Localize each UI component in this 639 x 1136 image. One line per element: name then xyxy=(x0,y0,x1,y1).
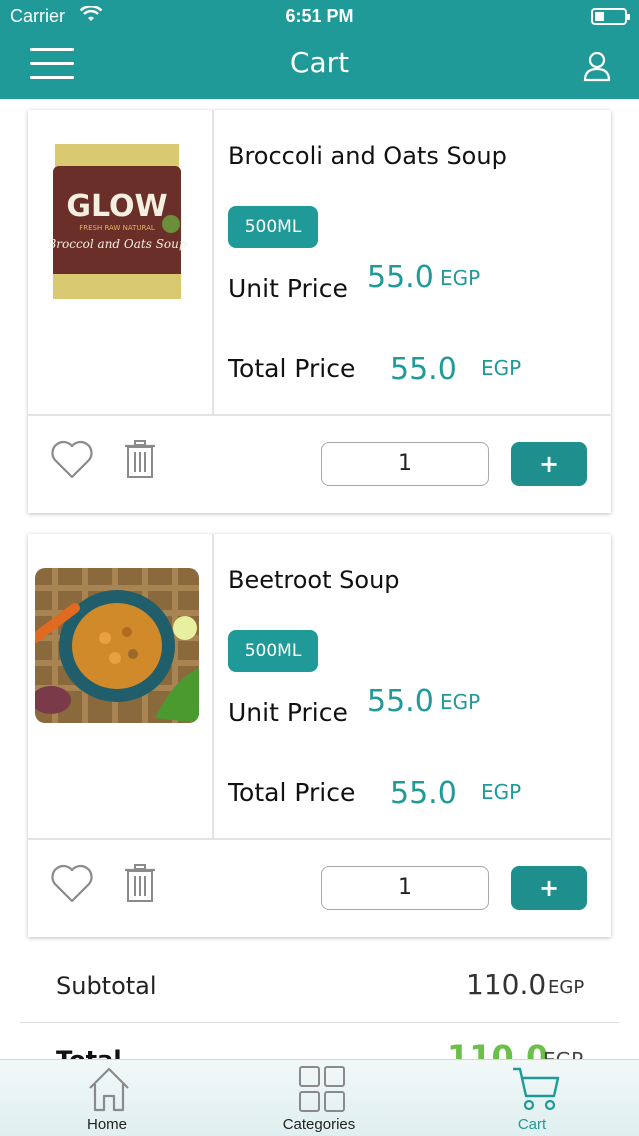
product-image-cell: GLOW FRESH RAW NATURAL Broccol and Oats … xyxy=(28,110,214,414)
total-price-value: 55.0 xyxy=(390,352,457,387)
tab-categories[interactable]: Categories xyxy=(259,1060,379,1136)
favorite-button[interactable] xyxy=(50,440,94,480)
unit-price-label: Unit Price xyxy=(228,698,348,727)
cart-icon xyxy=(513,1067,560,1111)
cart-item: GLOW FRESH RAW NATURAL Broccol and Oats … xyxy=(28,110,611,513)
product-image-tagline: FRESH RAW NATURAL xyxy=(79,224,155,232)
size-badge: 500ML xyxy=(228,206,318,248)
clock: 6:51 PM xyxy=(285,6,354,26)
unit-price-label: Unit Price xyxy=(228,274,348,303)
battery-icon xyxy=(591,8,630,25)
delete-button[interactable] xyxy=(124,440,156,478)
divider xyxy=(28,414,611,416)
product-image-cell xyxy=(28,534,214,838)
heart-icon xyxy=(51,864,93,903)
product-image[interactable]: GLOW FRESH RAW NATURAL Broccol and Oats … xyxy=(35,144,199,299)
status-bar: Carrier 6:51 PM xyxy=(0,0,639,34)
tab-bar: Home Categories Cart xyxy=(0,1059,639,1136)
product-name: Broccoli and Oats Soup xyxy=(228,142,507,170)
total-price-currency: EGP xyxy=(481,780,522,804)
product-info: Beetroot Soup 500ML Unit Price 55.0 EGP … xyxy=(228,534,611,838)
heart-icon xyxy=(51,440,93,479)
subtotal-label: Subtotal xyxy=(56,972,157,1000)
unit-price-value: 55.0 xyxy=(367,684,434,719)
tab-cart[interactable]: Cart xyxy=(472,1060,592,1136)
tab-categories-label: Categories xyxy=(282,1116,356,1133)
trash-icon xyxy=(125,440,155,478)
top-bar: Carrier 6:51 PM Cart xyxy=(0,0,639,99)
page-title: Cart xyxy=(289,46,350,79)
delete-button[interactable] xyxy=(124,864,156,902)
cart-item: Beetroot Soup 500ML Unit Price 55.0 EGP … xyxy=(28,534,611,937)
product-name: Beetroot Soup xyxy=(228,566,400,594)
total-price-label: Total Price xyxy=(228,778,356,807)
product-image-brand: GLOW xyxy=(66,189,167,224)
total-price-label: Total Price xyxy=(228,354,356,383)
unit-price-value: 55.0 xyxy=(367,260,434,295)
unit-price-currency: EGP xyxy=(440,266,481,290)
subtotal-currency: EGP xyxy=(548,977,585,998)
unit-price-currency: EGP xyxy=(440,690,481,714)
favorite-button[interactable] xyxy=(50,864,94,904)
grid-icon xyxy=(299,1066,345,1112)
plus-icon: + xyxy=(538,874,560,902)
quantity-field[interactable]: 1 xyxy=(321,442,489,486)
increase-quantity-button[interactable]: + xyxy=(511,442,587,486)
tab-cart-label: Cart xyxy=(517,1116,547,1133)
product-image-product-name: Broccol and Oats Soup xyxy=(46,237,186,251)
increase-quantity-button[interactable]: + xyxy=(511,866,587,910)
plus-icon: + xyxy=(538,450,560,478)
divider xyxy=(28,838,611,840)
size-badge: 500ML xyxy=(228,630,318,672)
user-icon xyxy=(583,51,611,82)
quantity-field[interactable]: 1 xyxy=(321,866,489,910)
product-image[interactable] xyxy=(35,568,199,723)
trash-icon xyxy=(125,864,155,902)
subtotal-value: 110.0 xyxy=(466,968,547,1001)
home-icon xyxy=(89,1067,129,1112)
summary-divider xyxy=(20,1022,619,1023)
product-info: Broccoli and Oats Soup 500ML Unit Price … xyxy=(228,110,611,414)
total-price-currency: EGP xyxy=(481,356,522,380)
tab-home-label: Home xyxy=(86,1116,127,1133)
total-price-value: 55.0 xyxy=(390,776,457,811)
tab-home[interactable]: Home xyxy=(47,1060,167,1136)
profile-button[interactable] xyxy=(583,50,611,82)
